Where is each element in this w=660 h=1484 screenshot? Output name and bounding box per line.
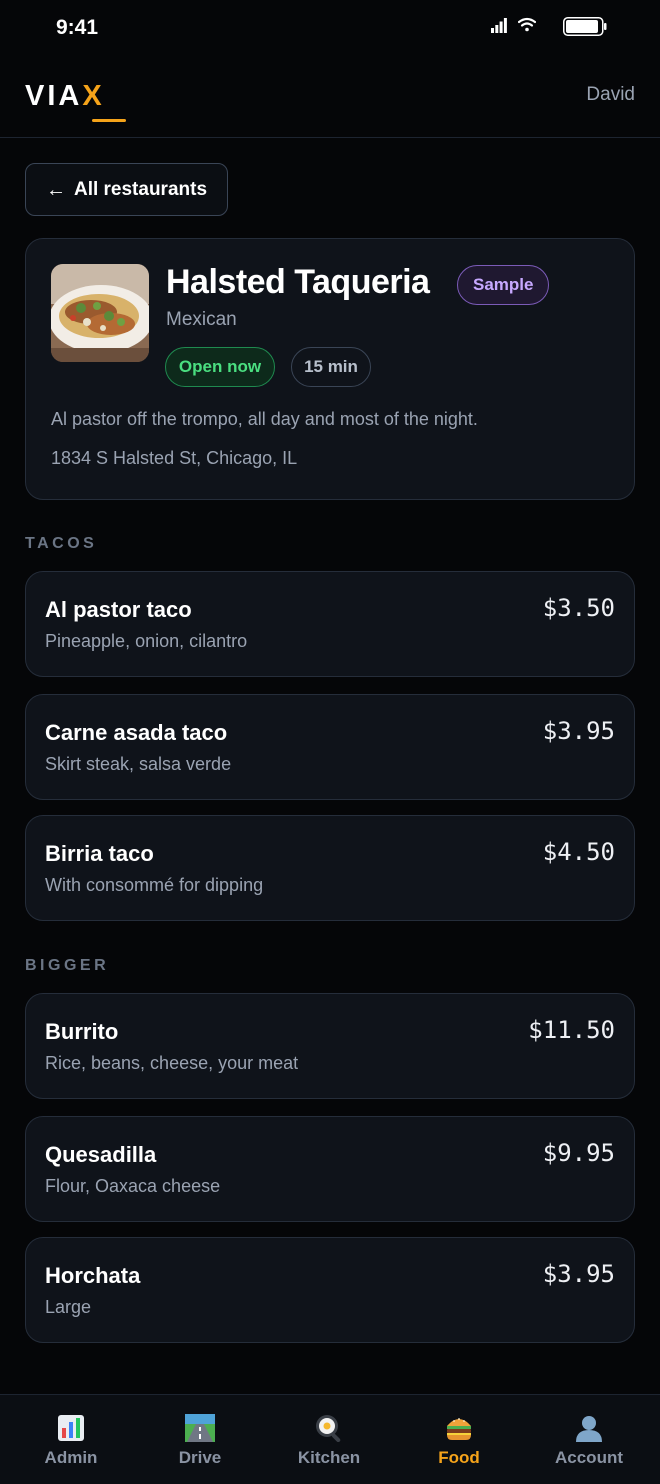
item-description: Flour, Oaxaca cheese — [45, 1176, 221, 1196]
menu-item[interactable]: Birria taco With consommé for dipping $4… — [25, 815, 635, 921]
menu-item[interactable]: Horchata Large $3.95 — [25, 1237, 635, 1343]
item-name: Quesadilla — [45, 1142, 157, 1167]
tab-label: Drive — [178, 1448, 222, 1467]
tab-label: Kitchen — [297, 1448, 361, 1467]
item-description: With consommé for dipping — [45, 875, 264, 895]
bar-chart-icon — [56, 1413, 86, 1443]
tab-label: Food — [438, 1448, 480, 1467]
menu-item[interactable]: Burrito Rice, beans, cheese, your meat $… — [25, 993, 635, 1099]
restaurant-name: Halsted Taqueria — [166, 263, 430, 301]
item-name: Burrito — [45, 1019, 119, 1044]
tab-label: Account — [555, 1448, 623, 1467]
item-price: $3.95 — [542, 717, 615, 745]
item-price: $3.50 — [542, 594, 615, 622]
section-heading-tacos: TACOS — [25, 535, 98, 552]
battery-icon — [563, 17, 607, 36]
item-description: Pineapple, onion, cilantro — [45, 631, 248, 651]
item-price: $11.50 — [528, 1016, 615, 1044]
open-status-badge: Open now — [165, 347, 275, 387]
arrow-left-icon: ← — [45, 178, 66, 201]
restaurant-cuisine: Mexican — [166, 309, 237, 330]
frying-pan-icon — [314, 1413, 344, 1443]
item-price: $4.50 — [542, 838, 615, 866]
signal-icon — [491, 18, 507, 33]
tab-account[interactable]: Account — [523, 1395, 655, 1484]
user-name[interactable]: David — [586, 84, 635, 106]
tab-food[interactable]: Food — [393, 1395, 525, 1484]
restaurant-menu-screen: 9:41 VIAX David ← All restaurants Halste… — [0, 0, 660, 1484]
tab-kitchen[interactable]: Kitchen — [263, 1395, 395, 1484]
tab-admin[interactable]: Admin — [5, 1395, 137, 1484]
sample-badge: Sample — [457, 265, 550, 305]
item-description: Rice, beans, cheese, your meat — [45, 1053, 299, 1073]
item-description: Skirt steak, salsa verde — [45, 754, 232, 774]
restaurant-address: 1834 S Halsted St, Chicago, IL — [51, 448, 298, 468]
road-icon — [185, 1413, 215, 1443]
wifi-icon — [518, 17, 536, 32]
item-name: Al pastor taco — [45, 597, 192, 622]
app-header: VIAX David — [0, 60, 660, 138]
back-button-label: All restaurants — [73, 178, 208, 200]
section-heading-bigger: BIGGER — [25, 957, 110, 974]
tacos-image — [51, 264, 149, 362]
item-description: Large — [45, 1297, 92, 1317]
restaurant-photo — [51, 264, 149, 362]
eta-badge: 15 min — [291, 347, 371, 387]
tab-label: Admin — [44, 1448, 98, 1467]
item-price: $9.95 — [542, 1139, 615, 1167]
item-name: Carne asada taco — [45, 720, 228, 745]
item-name: Horchata — [45, 1263, 141, 1288]
restaurant-card: Halsted Taqueria Sample Mexican Open now… — [25, 238, 635, 500]
back-to-restaurants-button[interactable]: ← All restaurants — [25, 163, 228, 216]
status-time: 9:41 — [56, 16, 99, 39]
burger-icon — [444, 1413, 474, 1443]
tab-drive[interactable]: Drive — [134, 1395, 266, 1484]
restaurant-description: Al pastor off the trompo, all day and mo… — [51, 409, 478, 429]
status-bar: 9:41 — [0, 0, 660, 56]
user-icon — [574, 1413, 604, 1443]
menu-item[interactable]: Al pastor taco Pineapple, onion, cilantr… — [25, 571, 635, 677]
item-price: $3.95 — [542, 1260, 615, 1288]
item-name: Birria taco — [45, 841, 154, 866]
logo-underline — [92, 119, 126, 122]
viax-logo[interactable]: VIAX — [25, 80, 105, 113]
menu-item[interactable]: Quesadilla Flour, Oaxaca cheese $9.95 — [25, 1116, 635, 1222]
bottom-tab-bar: Admin Drive Kitchen Food Account — [0, 1394, 660, 1484]
menu-item[interactable]: Carne asada taco Skirt steak, salsa verd… — [25, 694, 635, 800]
